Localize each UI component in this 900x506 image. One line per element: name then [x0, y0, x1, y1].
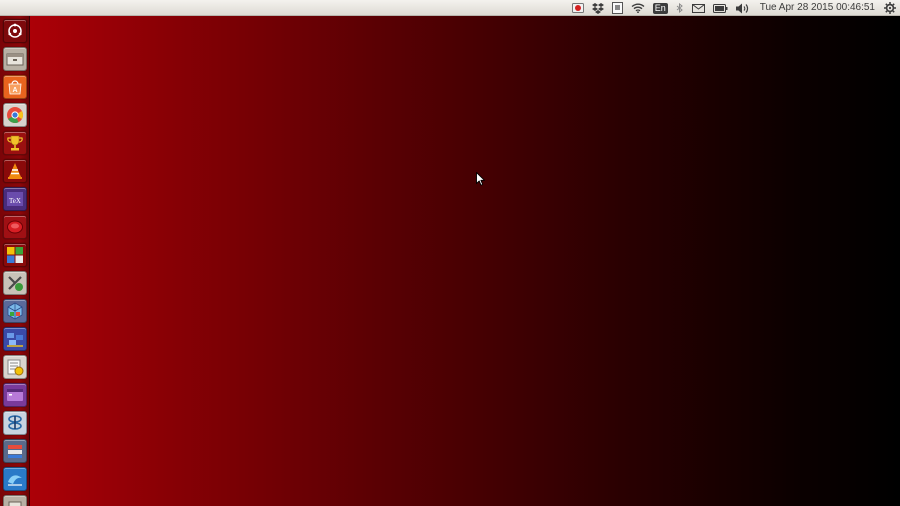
indicator-area: En Tue Apr 28 2015 00:46:51 [568, 0, 900, 16]
red-app-icon[interactable] [3, 215, 27, 239]
battery-icon[interactable] [709, 0, 732, 16]
stack-app-icon[interactable] [3, 439, 27, 463]
xmind-icon[interactable] [3, 271, 27, 295]
mail-icon[interactable] [688, 0, 709, 16]
clock[interactable]: Tue Apr 28 2015 00:46:51 [754, 0, 880, 16]
svg-text:TeX: TeX [9, 197, 21, 205]
software-center-icon[interactable]: A [3, 75, 27, 99]
top-panel: En Tue Apr 28 2015 00:46:51 [0, 0, 900, 16]
chrome-icon[interactable] [3, 103, 27, 127]
dash-home-icon[interactable] [3, 19, 27, 43]
files-icon[interactable] [3, 47, 27, 71]
colored-squares-icon[interactable] [3, 243, 27, 267]
wifi-icon[interactable] [627, 0, 649, 16]
trophy-icon[interactable] [3, 131, 27, 155]
settings-gear-icon[interactable] [880, 0, 900, 16]
tex-icon[interactable]: TeX [3, 187, 27, 211]
purple-window-icon[interactable] [3, 383, 27, 407]
mouse-pointer-icon [476, 172, 485, 191]
bluetooth-icon[interactable] [672, 0, 688, 16]
desktop-wallpaper[interactable] [30, 16, 900, 506]
notes-app-icon[interactable] [3, 355, 27, 379]
volume-icon[interactable] [732, 0, 754, 16]
vlc-icon[interactable] [3, 159, 27, 183]
dropbox-icon[interactable] [588, 0, 608, 16]
launcher: A TeX [0, 16, 30, 506]
virtualbox-icon[interactable] [3, 299, 27, 323]
keyboard-layout-indicator[interactable]: En [649, 0, 672, 16]
document-icon[interactable] [608, 0, 627, 16]
trash-icon[interactable] [3, 495, 27, 506]
blue-tiles-icon[interactable] [3, 327, 27, 351]
svg-text:A: A [12, 87, 17, 94]
blue-shape-icon[interactable] [3, 467, 27, 491]
keyboard-layout-label: En [652, 2, 668, 14]
blue-rings-icon[interactable] [3, 411, 27, 435]
record-icon[interactable] [568, 0, 588, 16]
